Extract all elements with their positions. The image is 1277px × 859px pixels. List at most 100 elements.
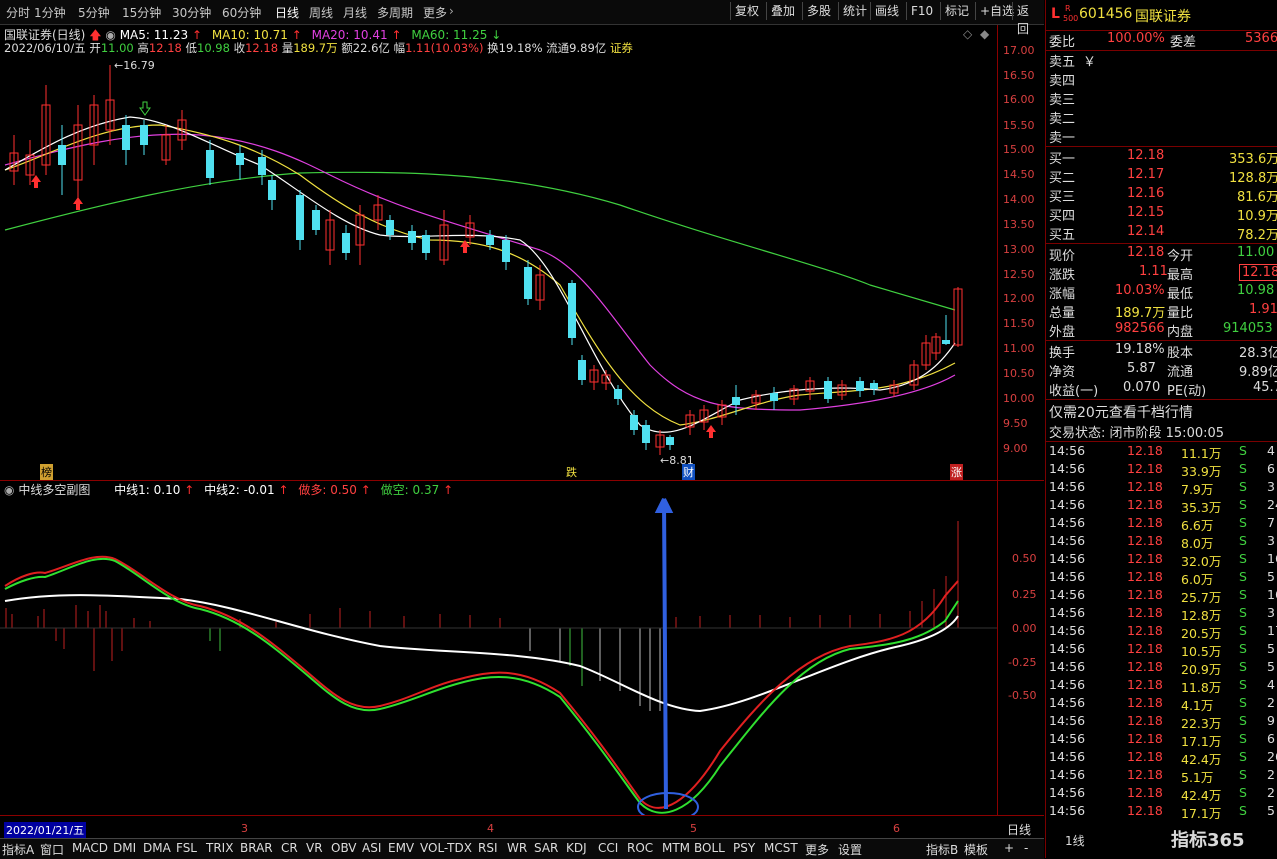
tick-price: 12.18 bbox=[1127, 677, 1163, 692]
tick-time: 14:56 bbox=[1049, 641, 1086, 656]
tick-time: 14:56 bbox=[1049, 731, 1086, 746]
zoom-in-button[interactable]: + bbox=[1004, 841, 1014, 855]
tick-count: 7 bbox=[1267, 515, 1275, 530]
event-marker-bang[interactable]: 榜 bbox=[40, 464, 53, 480]
tab-obv[interactable]: OBV bbox=[331, 841, 357, 855]
multi-stock-button[interactable]: 多股 bbox=[802, 2, 835, 20]
tab-cci[interactable]: CCI bbox=[598, 841, 618, 855]
tick-count: 6 bbox=[1267, 731, 1275, 746]
back-button[interactable]: 返回 bbox=[1012, 2, 1044, 36]
tab-dma[interactable]: DMA bbox=[143, 841, 171, 855]
tick-time: 14:56 bbox=[1049, 533, 1086, 548]
tab-indicator-a[interactable]: 指标A bbox=[2, 841, 34, 858]
tab-boll[interactable]: BOLL bbox=[694, 841, 725, 855]
zoom-out-button[interactable]: - bbox=[1024, 841, 1028, 855]
indicator-chart[interactable] bbox=[0, 481, 997, 815]
event-marker-cai[interactable]: 财 bbox=[682, 464, 695, 480]
chart-area[interactable]: 国联证券(日线) 🡅 ◉ MA5: 11.23 ↑ MA10: 10.71 ↑ … bbox=[0, 25, 1044, 838]
period-tab-fenshi[interactable]: 分时 bbox=[6, 4, 30, 21]
tab-roc[interactable]: ROC bbox=[627, 841, 653, 855]
period-tab-60min[interactable]: 60分钟 bbox=[222, 4, 261, 21]
chevron-right-icon[interactable]: › bbox=[449, 4, 454, 18]
f10-button[interactable]: F10 bbox=[906, 2, 937, 20]
period-tab-multi[interactable]: 多周期 bbox=[377, 4, 413, 21]
period-tab-daily[interactable]: 日线 bbox=[275, 4, 299, 21]
period-label[interactable]: 日线 bbox=[1007, 821, 1031, 838]
draw-line-button[interactable]: 画线 bbox=[870, 2, 903, 20]
tick-price: 12.18 bbox=[1127, 515, 1163, 530]
tab-kdj[interactable]: KDJ bbox=[566, 841, 587, 855]
period-tab-more[interactable]: 更多 bbox=[423, 4, 447, 21]
tick-price: 12.18 bbox=[1127, 731, 1163, 746]
tab-wr[interactable]: WR bbox=[507, 841, 527, 855]
tick-count: 2 bbox=[1267, 767, 1275, 782]
period-tab-weekly[interactable]: 周线 bbox=[309, 4, 333, 21]
tick-volume: 7.9万 bbox=[1181, 482, 1214, 497]
period-tab-30min[interactable]: 30分钟 bbox=[172, 4, 211, 21]
tick-side: S bbox=[1239, 569, 1247, 584]
tab-vr[interactable]: VR bbox=[306, 841, 323, 855]
tick-side: S bbox=[1239, 479, 1247, 494]
bid-row[interactable]: 买四 12.15 10.9万 bbox=[1049, 205, 1277, 224]
tab-fsl[interactable]: FSL bbox=[176, 841, 197, 855]
tab-macd[interactable]: MACD bbox=[72, 841, 108, 855]
tab-more[interactable]: 更多 bbox=[805, 841, 829, 858]
overlay-button[interactable]: 叠加 bbox=[766, 2, 799, 20]
statistics-button[interactable]: 统计 bbox=[838, 2, 871, 20]
tick-volume: 12.8万 bbox=[1181, 608, 1222, 623]
tab-window[interactable]: 窗口 bbox=[40, 841, 64, 858]
tab-rsi[interactable]: RSI bbox=[478, 841, 498, 855]
tick-time: 14:56 bbox=[1049, 767, 1086, 782]
tab-brar[interactable]: BRAR bbox=[240, 841, 273, 855]
tick-price: 12.18 bbox=[1127, 803, 1163, 818]
tab-mtm[interactable]: MTM bbox=[662, 841, 690, 855]
tick-time: 14:56 bbox=[1049, 659, 1086, 674]
tab-vol-tdx[interactable]: VOL-TDX bbox=[420, 841, 472, 855]
tick-row: 14:56 12.18 33.9万 S 6 bbox=[1049, 461, 1277, 480]
ma60-line bbox=[4, 171, 956, 311]
tick-time: 14:56 bbox=[1049, 569, 1086, 584]
price-chart[interactable] bbox=[0, 25, 997, 480]
event-marker-die[interactable]: 跌 bbox=[566, 464, 577, 480]
tab-template[interactable]: 模板 bbox=[964, 841, 988, 858]
event-marker-zhang[interactable]: 涨 bbox=[950, 464, 963, 480]
tick-side: S bbox=[1239, 623, 1247, 638]
period-tab-1min[interactable]: 1分钟 bbox=[34, 4, 66, 21]
tick-price: 12.18 bbox=[1127, 659, 1163, 674]
tick-price: 12.18 bbox=[1127, 443, 1163, 458]
tab-mcst[interactable]: MCST bbox=[764, 841, 798, 855]
period-tab-15min[interactable]: 15分钟 bbox=[122, 4, 161, 21]
tick-side: S bbox=[1239, 731, 1247, 746]
promo-link[interactable]: 仅需20元查看千档行情 bbox=[1049, 402, 1193, 422]
period-tab-monthly[interactable]: 月线 bbox=[343, 4, 367, 21]
tab-indicator-b[interactable]: 指标B bbox=[926, 841, 958, 858]
tick-row: 14:56 12.18 6.6万 S 7 bbox=[1049, 515, 1277, 534]
period-tab-5min[interactable]: 5分钟 bbox=[78, 4, 110, 21]
bid-row[interactable]: 买一 12.18 353.6万 bbox=[1049, 148, 1277, 167]
fuquan-button[interactable]: 复权 bbox=[730, 2, 763, 20]
tick-time: 14:56 bbox=[1049, 623, 1086, 638]
tab-trix[interactable]: TRIX bbox=[206, 841, 233, 855]
tick-time: 14:56 bbox=[1049, 551, 1086, 566]
bid-row[interactable]: 买二 12.17 128.8万 bbox=[1049, 167, 1277, 186]
bid-row[interactable]: 买五 12.14 78.2万 bbox=[1049, 224, 1277, 243]
tick-row: 14:56 12.18 5.1万 S 2 bbox=[1049, 767, 1277, 786]
tab-asi[interactable]: ASI bbox=[362, 841, 381, 855]
tick-row: 14:56 12.18 4.1万 S 2 bbox=[1049, 695, 1277, 714]
tick-volume: 17.1万 bbox=[1181, 806, 1222, 821]
tab-sar[interactable]: SAR bbox=[534, 841, 558, 855]
month-tick: 3 bbox=[241, 822, 248, 835]
tab-psy[interactable]: PSY bbox=[733, 841, 755, 855]
bid-row[interactable]: 买三 12.16 81.6万 bbox=[1049, 186, 1277, 205]
tick-side: S bbox=[1239, 515, 1247, 530]
tab-settings[interactable]: 设置 bbox=[838, 841, 862, 858]
tick-volume: 20.5万 bbox=[1181, 626, 1222, 641]
tab-cr[interactable]: CR bbox=[281, 841, 298, 855]
tick-side: S bbox=[1239, 461, 1247, 476]
tab-emv[interactable]: EMV bbox=[388, 841, 414, 855]
stock-header: L R 500 601456 国联证券 bbox=[1049, 4, 1277, 28]
tab-dmi[interactable]: DMI bbox=[113, 841, 136, 855]
mark-button[interactable]: 标记 bbox=[940, 2, 973, 20]
tick-count: 17 bbox=[1267, 623, 1277, 638]
tick-row: 14:56 12.18 10.5万 S 5 bbox=[1049, 641, 1277, 660]
